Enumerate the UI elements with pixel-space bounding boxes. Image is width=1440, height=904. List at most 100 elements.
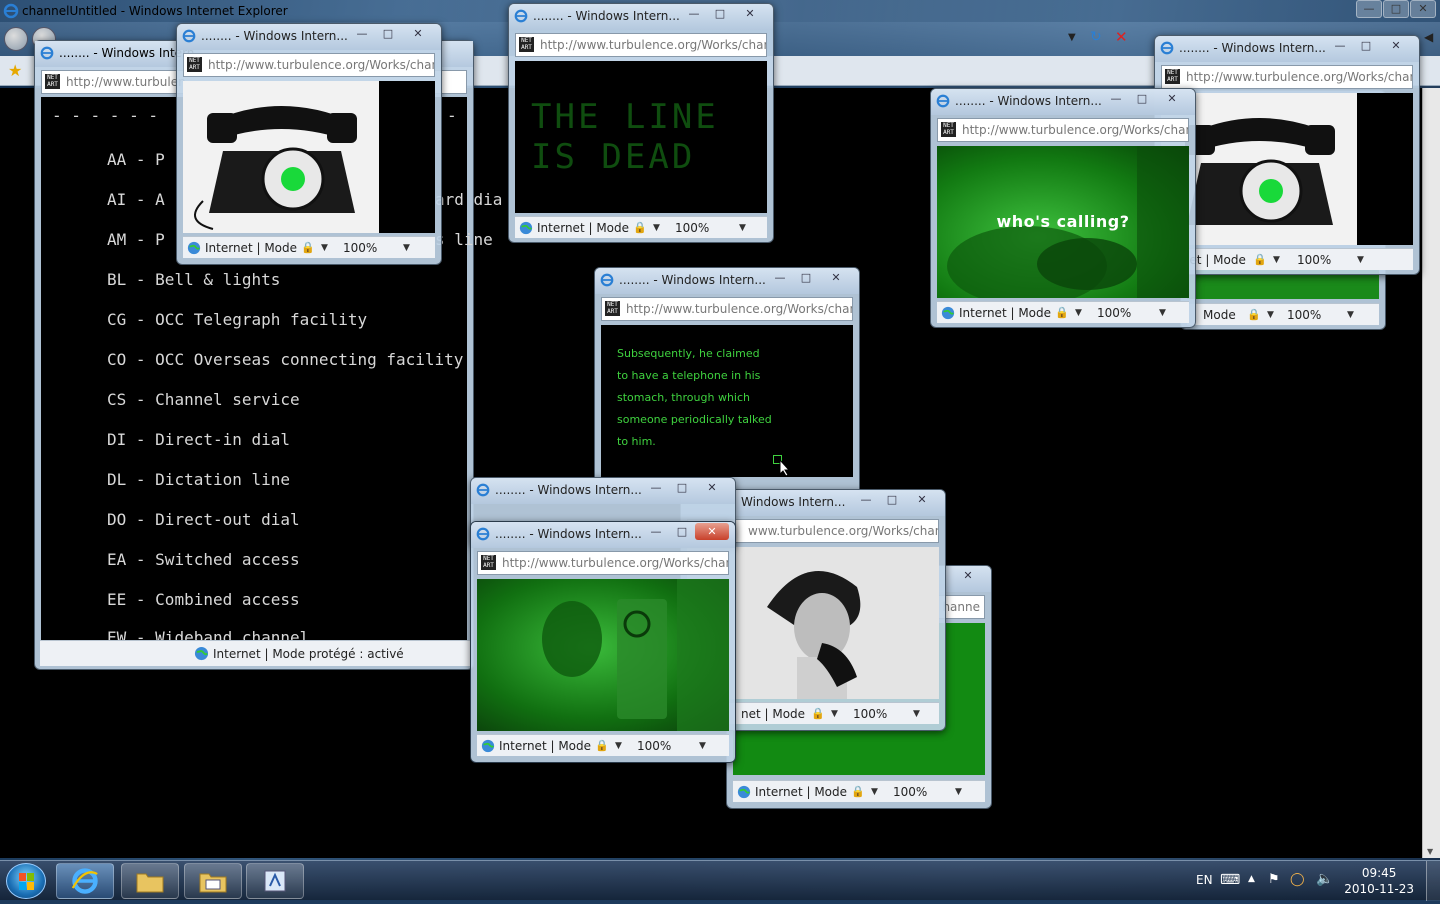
- chevron-down-icon[interactable]: ▼: [699, 735, 706, 756]
- window-title-bar[interactable]: ........ - Windows Intern... — □ ✕: [177, 24, 441, 50]
- maximize-button[interactable]: □: [1383, 0, 1409, 18]
- show-desktop-button[interactable]: [1426, 861, 1440, 901]
- chevron-down-icon[interactable]: ▼: [1273, 249, 1280, 270]
- maximize-button[interactable]: □: [879, 491, 905, 508]
- minimize-button[interactable]: —: [681, 5, 707, 22]
- keyboard-icon[interactable]: ⌨: [1220, 872, 1240, 888]
- refresh-icon[interactable]: ↻: [1090, 29, 1102, 45]
- maximize-button[interactable]: □: [1353, 37, 1379, 54]
- security-lock-icon[interactable]: 🔒: [1253, 249, 1267, 270]
- minimize-button[interactable]: —: [349, 25, 375, 42]
- maximize-button[interactable]: □: [707, 5, 733, 22]
- chevron-down-icon[interactable]: ▼: [1267, 304, 1274, 325]
- chevron-right-icon[interactable]: ◀: [1424, 30, 1433, 44]
- minimize-button[interactable]: —: [1103, 90, 1129, 107]
- vertical-scrollbar[interactable]: ▼: [1422, 88, 1440, 858]
- minimize-button[interactable]: —: [767, 269, 793, 286]
- chevron-down-icon[interactable]: ▼: [739, 217, 746, 238]
- window-title-bar[interactable]: ........ - Windows Intern... — □ ✕: [471, 478, 735, 504]
- start-button[interactable]: [6, 863, 46, 899]
- close-button[interactable]: ✕: [733, 5, 767, 22]
- security-lock-icon[interactable]: 🔒: [1055, 302, 1069, 323]
- back-button[interactable]: [4, 27, 28, 51]
- address-bar[interactable]: NET ART http://www.turbulence.org/Works/ch…: [937, 118, 1189, 142]
- network-icon[interactable]: ◯: [1290, 872, 1305, 887]
- window-title-bar[interactable]: ........ - Windows Intern... — □ ✕: [1155, 36, 1419, 62]
- minimize-button[interactable]: —: [1327, 37, 1353, 54]
- main-window-title: channelUntitled - Windows Internet Explo…: [22, 4, 288, 18]
- maximize-button[interactable]: □: [669, 523, 695, 540]
- security-lock-icon[interactable]: 🔒: [1247, 304, 1261, 325]
- stop-icon[interactable]: ✕: [1115, 28, 1128, 46]
- window-title-bar[interactable]: ........ - Windows Intern... — □ ✕: [595, 268, 859, 294]
- address-bar[interactable]: NET ART http://www.turbulence.org/Works/ch…: [183, 53, 435, 77]
- address-bar[interactable]: NET ART http://www.turbulence.org/Works/ch…: [601, 297, 853, 321]
- maximize-button[interactable]: □: [375, 25, 401, 42]
- chevron-down-icon[interactable]: ▼: [615, 735, 622, 756]
- window-title-bar[interactable]: ........ - Windows Intern... — □ ✕: [931, 89, 1195, 115]
- clock[interactable]: 09:45 2010-11-23: [1344, 865, 1414, 897]
- zoom-level[interactable]: 100%: [853, 703, 887, 724]
- chevron-down-icon[interactable]: ▼: [1357, 249, 1364, 270]
- zoom-level[interactable]: 100%: [637, 735, 671, 756]
- zoom-level[interactable]: 100%: [675, 217, 709, 238]
- action-center-flag-icon[interactable]: ⚑: [1268, 872, 1280, 887]
- close-button[interactable]: ✕: [695, 479, 729, 496]
- zoom-level[interactable]: 100%: [1287, 304, 1321, 325]
- minimize-button[interactable]: —: [643, 523, 669, 540]
- address-bar[interactable]: NET ART http://www.turbulence.org/Works/ch…: [515, 33, 767, 57]
- zoom-level[interactable]: 100%: [343, 237, 377, 258]
- close-button[interactable]: ✕: [1410, 0, 1436, 18]
- minimize-button[interactable]: —: [643, 479, 669, 496]
- taskbar-editor[interactable]: [246, 863, 304, 899]
- chevron-down-icon[interactable]: ▼: [831, 703, 838, 724]
- close-button[interactable]: ✕: [695, 523, 729, 540]
- security-lock-icon[interactable]: 🔒: [301, 237, 315, 258]
- list-item: EE - Combined access: [107, 590, 300, 609]
- chevron-down-icon[interactable]: ▼: [1075, 302, 1082, 323]
- scroll-down-arrow-icon[interactable]: ▼: [1427, 847, 1433, 856]
- dropdown-arrow-icon[interactable]: ▼: [1068, 32, 1076, 43]
- maximize-button[interactable]: □: [669, 479, 695, 496]
- chevron-down-icon[interactable]: ▼: [955, 781, 962, 802]
- window-title-bar[interactable]: ........ - Windows Intern... — □ ✕: [509, 4, 773, 30]
- minimize-button[interactable]: —: [853, 491, 879, 508]
- chevron-down-icon[interactable]: ▼: [653, 217, 660, 238]
- site-favicon-icon: NET ART: [519, 37, 534, 52]
- chevron-down-icon[interactable]: ▼: [403, 237, 410, 258]
- security-lock-icon[interactable]: 🔒: [633, 217, 647, 238]
- zoom-level[interactable]: 100%: [1297, 249, 1331, 270]
- taskbar-internet-explorer[interactable]: [56, 863, 114, 899]
- minimize-button[interactable]: —: [1356, 0, 1382, 18]
- chevron-down-icon[interactable]: ▼: [871, 781, 878, 802]
- language-indicator[interactable]: EN: [1196, 873, 1213, 887]
- close-button[interactable]: ✕: [951, 567, 985, 584]
- favorites-star-icon[interactable]: ★: [8, 61, 22, 80]
- chevron-down-icon[interactable]: ▼: [321, 237, 328, 258]
- close-button[interactable]: ✕: [1379, 37, 1413, 54]
- chevron-down-icon[interactable]: ▼: [1159, 302, 1166, 323]
- close-button[interactable]: ✕: [905, 491, 939, 508]
- address-bar[interactable]: NET ART http://www.turbulence.org/Works/ch…: [477, 551, 729, 575]
- zoom-level[interactable]: 100%: [1097, 302, 1131, 323]
- zoom-level[interactable]: 100%: [893, 781, 927, 802]
- security-lock-icon[interactable]: 🔒: [851, 781, 865, 802]
- window-title-bar[interactable]: ........ - Windows Intern... — □ ✕: [471, 522, 735, 548]
- chevron-down-icon[interactable]: ▼: [1347, 304, 1354, 325]
- chevron-down-icon[interactable]: ▼: [913, 703, 920, 724]
- security-lock-icon[interactable]: 🔒: [811, 703, 825, 724]
- maximize-button[interactable]: □: [1129, 90, 1155, 107]
- list-item: DO - Direct-out dial: [107, 510, 300, 529]
- close-button[interactable]: ✕: [401, 25, 435, 42]
- close-button[interactable]: ✕: [819, 269, 853, 286]
- address-bar[interactable]: NET ART http://www.turbulence.org/Works/ch…: [1161, 65, 1413, 89]
- show-hidden-icons-arrow-icon[interactable]: ▲: [1248, 874, 1255, 884]
- security-lock-icon[interactable]: 🔒: [595, 735, 609, 756]
- taskbar-outlook[interactable]: [184, 863, 242, 899]
- globe-icon: [194, 646, 209, 661]
- volume-icon[interactable]: 🔈: [1316, 871, 1333, 887]
- taskbar-explorer[interactable]: [121, 863, 179, 899]
- whos-calling-text: who's calling?: [996, 212, 1130, 231]
- close-button[interactable]: ✕: [1155, 90, 1189, 107]
- maximize-button[interactable]: □: [793, 269, 819, 286]
